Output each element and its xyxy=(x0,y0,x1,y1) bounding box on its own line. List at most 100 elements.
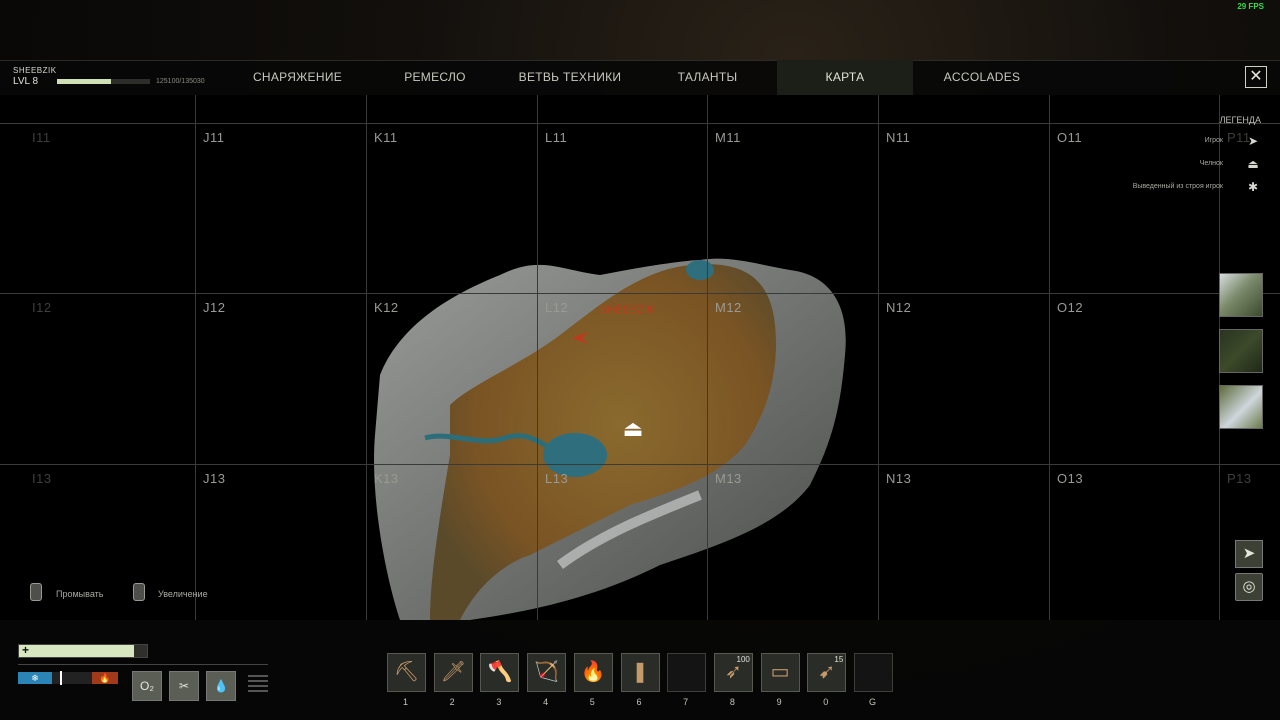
zoom-hint: Увеличение xyxy=(158,589,208,599)
hotbar-key-label: 5 xyxy=(589,697,595,707)
oxygen-icon: O₂ xyxy=(132,671,162,701)
map-thumbnail-1[interactable] xyxy=(1219,273,1263,317)
tab-accolades[interactable]: ACCOLADES xyxy=(918,60,1046,95)
grid-label: M11 xyxy=(715,130,741,145)
item-quantity: 15 xyxy=(834,655,844,664)
club-icon: ❚ xyxy=(631,661,649,683)
dropship-icon: ⏏ xyxy=(1247,157,1259,171)
hotbar-slot-0[interactable]: ➹ 15 xyxy=(807,653,847,692)
tab-crafting[interactable]: РЕМЕСЛО xyxy=(370,60,500,95)
mouse-scroll-icon xyxy=(133,583,145,601)
pond xyxy=(686,260,714,280)
hotbar-slot-G[interactable] xyxy=(854,653,893,692)
grid-label: K13 xyxy=(374,471,399,486)
heat-icon: 🔥 xyxy=(92,672,118,684)
hotbar-slot-8[interactable]: ➶ 100 xyxy=(713,653,753,692)
legend-item-player: Игрок xyxy=(1204,137,1223,144)
grid-label: L11 xyxy=(545,130,568,145)
pan-hint: Промывать xyxy=(56,589,104,599)
world-map[interactable]: I11 J11 K11 L11 M11 N11 O11 P11 I12 J12 … xyxy=(0,95,1280,620)
hotbar-key-label: 9 xyxy=(776,697,782,707)
encumbrance-icon xyxy=(248,672,268,700)
knife-icon: 🗡 xyxy=(440,661,466,683)
downed-player-icon: ✱ xyxy=(1247,180,1259,194)
item-quantity: 100 xyxy=(736,655,750,664)
hotbar-slot-6[interactable]: ❚ xyxy=(620,653,660,692)
xp-text: 125100/135030 xyxy=(156,78,205,85)
legend-item-downed: Выведенный из строя игрок xyxy=(1132,183,1223,190)
hotbar-slot-9[interactable]: ▭ xyxy=(760,653,800,692)
hotbar-key-label: 6 xyxy=(636,697,642,707)
tab-tech-tree[interactable]: ВЕТВЬ ТЕХНИКИ xyxy=(505,60,635,95)
water-icon: 💧 xyxy=(206,671,236,701)
grid-line xyxy=(0,293,1280,294)
hotbar-key-label: 8 xyxy=(729,697,735,707)
grid-line xyxy=(195,95,196,620)
grid-line xyxy=(878,95,879,620)
grid-line xyxy=(1049,95,1050,620)
tab-map[interactable]: КАРТА xyxy=(777,60,913,97)
grid-label: N11 xyxy=(886,130,911,145)
hotbar-slot-2[interactable]: 🗡 xyxy=(433,653,473,692)
grid-line xyxy=(0,464,1280,465)
tab-equipment[interactable]: СНАРЯЖЕНИЕ xyxy=(230,60,365,95)
hotbar-key-label: 7 xyxy=(683,697,689,707)
food-icon: ✂ xyxy=(169,671,199,701)
grid-line xyxy=(0,123,1280,124)
torch-icon: 🔥 xyxy=(580,661,606,683)
grid-label: M13 xyxy=(715,471,742,486)
player-name: SHEEBZIK xyxy=(13,66,57,75)
mouse-left-icon xyxy=(30,583,42,601)
hotbar-slot-5[interactable]: 🔥 xyxy=(573,653,613,692)
grid-label: L12 xyxy=(545,300,569,315)
health-fill xyxy=(19,645,135,657)
hotbar-key-label: 2 xyxy=(449,697,455,707)
close-button[interactable]: ✕ xyxy=(1245,66,1267,88)
grid-label: O11 xyxy=(1057,130,1083,145)
arrow-icon: ➤ xyxy=(1247,134,1259,148)
xp-fill xyxy=(57,79,111,84)
bow-icon: 🏹 xyxy=(534,661,560,683)
map-thumbnail-3[interactable] xyxy=(1219,385,1263,429)
grid-label: K11 xyxy=(374,130,398,145)
bandage-icon: ▭ xyxy=(770,661,790,683)
pickaxe-icon: ⛏ xyxy=(393,661,420,683)
center-on-player-button[interactable]: ➤ xyxy=(1235,540,1263,568)
legend-item-dropship: Челнок xyxy=(1199,160,1223,167)
grid-label: J13 xyxy=(203,471,226,486)
cold-icon: ❄ xyxy=(18,672,52,684)
grid-label: O12 xyxy=(1057,300,1084,315)
grid-label: O13 xyxy=(1057,471,1084,486)
hotbar-slot-1[interactable]: ⛏ xyxy=(387,653,426,692)
hotbar-slot-7[interactable] xyxy=(667,653,707,692)
grid-label: J12 xyxy=(203,300,226,315)
player-level: LVL 8 xyxy=(13,76,39,87)
hotbar-key-label: G xyxy=(868,697,876,707)
grid-line xyxy=(537,95,538,620)
hotbar-slot-3[interactable]: 🪓 xyxy=(480,653,520,692)
empty-slot xyxy=(859,658,888,687)
grid-line xyxy=(366,95,367,620)
grid-label: N12 xyxy=(886,300,912,315)
hotbar-key-label: 4 xyxy=(543,697,549,707)
map-thumbnail-2[interactable] xyxy=(1219,329,1263,373)
compass-button[interactable]: ◎ xyxy=(1235,573,1263,601)
island-terrain xyxy=(374,258,846,620)
player-marker-label: SHEEBZIK xyxy=(600,304,655,316)
dropship-icon[interactable]: ⏏ xyxy=(620,417,646,441)
grid-label: I12 xyxy=(32,300,52,315)
player-marker-icon[interactable] xyxy=(570,330,590,346)
grid-label: K12 xyxy=(374,300,399,315)
hotbar-slot-4[interactable]: 🏹 xyxy=(527,653,567,692)
hotbar-key-label: 3 xyxy=(496,697,502,707)
grid-label: I13 xyxy=(32,471,52,486)
grid-line xyxy=(707,95,708,620)
grid-label: I11 xyxy=(32,130,51,145)
axe-icon: 🪓 xyxy=(487,661,513,683)
empty-slot xyxy=(672,658,701,687)
xp-bar xyxy=(57,79,150,84)
temperature-marker xyxy=(60,671,62,685)
grid-label: P13 xyxy=(1227,471,1252,486)
tab-talents[interactable]: ТАЛАНТЫ xyxy=(640,60,775,95)
hotbar-key-label: 0 xyxy=(823,697,829,707)
